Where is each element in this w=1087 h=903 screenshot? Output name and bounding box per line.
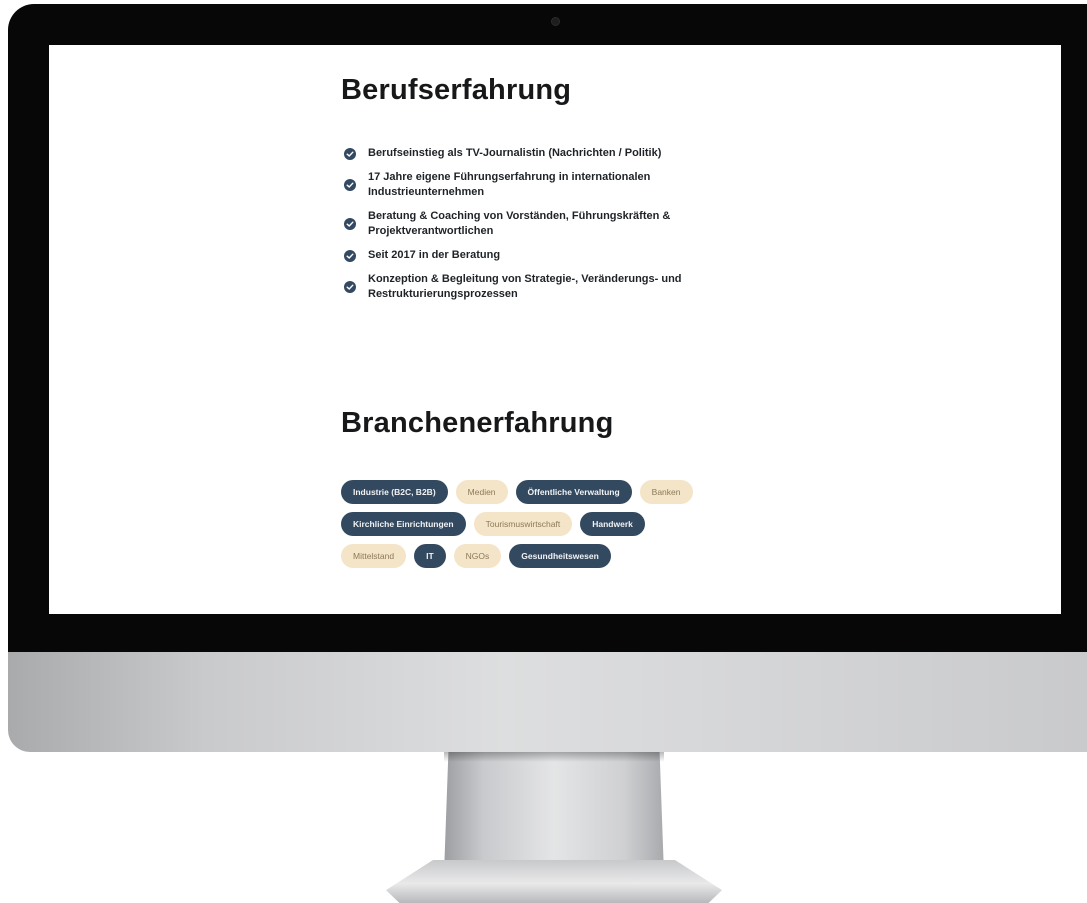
list-item: Berufseinstieg als TV-Journalistin (Nach… bbox=[341, 146, 761, 161]
list-item-text: Berufseinstieg als TV-Journalistin (Nach… bbox=[368, 147, 662, 159]
tag-kirchliche-einrichtungen[interactable]: Kirchliche Einrichtungen bbox=[341, 512, 466, 536]
list-item: Beratung & Coaching von Vorständen, Führ… bbox=[341, 209, 761, 239]
industry-tags: Industrie (B2C, B2B) Medien Öffentliche … bbox=[341, 480, 801, 576]
check-circle-icon bbox=[344, 147, 356, 160]
tag-row: Kirchliche Einrichtungen Tourismuswirtsc… bbox=[341, 512, 801, 536]
tag-row: Industrie (B2C, B2B) Medien Öffentliche … bbox=[341, 480, 801, 504]
check-circle-icon bbox=[344, 281, 356, 293]
camera-dot bbox=[551, 17, 560, 26]
check-circle-icon bbox=[344, 249, 356, 262]
tag-ngos[interactable]: NGOs bbox=[453, 544, 502, 568]
tag-oeffentliche-verwaltung[interactable]: Öffentliche Verwaltung bbox=[515, 480, 632, 504]
tag-gesundheitswesen[interactable]: Gesundheitswesen bbox=[509, 544, 611, 568]
experience-list: Berufseinstieg als TV-Journalistin (Nach… bbox=[341, 146, 761, 311]
tag-row: Mittelstand IT NGOs Gesundheitswesen bbox=[341, 544, 801, 568]
check-circle-icon bbox=[344, 179, 356, 191]
tag-handwerk[interactable]: Handwerk bbox=[580, 512, 645, 536]
tag-banken[interactable]: Banken bbox=[639, 480, 693, 504]
monitor-stand-neck bbox=[444, 752, 664, 874]
list-item: Seit 2017 in der Beratung bbox=[341, 248, 761, 263]
list-item-text: Konzeption & Begleitung von Strategie-, … bbox=[368, 273, 682, 300]
monitor-stand-foot bbox=[386, 860, 722, 903]
check-circle-icon bbox=[344, 218, 356, 230]
section-title-branchenerfahrung: Branchenerfahrung bbox=[341, 407, 614, 439]
monitor-stand-shadow bbox=[444, 752, 664, 762]
list-item-text: Beratung & Coaching von Vorständen, Führ… bbox=[368, 210, 671, 237]
list-item-text: 17 Jahre eigene Führungserfahrung in int… bbox=[368, 171, 651, 198]
list-item-text: Seit 2017 in der Beratung bbox=[368, 249, 501, 261]
monitor-chin bbox=[8, 652, 1087, 752]
list-item: Konzeption & Begleitung von Strategie-, … bbox=[341, 272, 761, 302]
section-title-berufserfahrung: Berufserfahrung bbox=[341, 74, 572, 106]
tag-tourismuswirtschaft[interactable]: Tourismuswirtschaft bbox=[473, 512, 573, 536]
tag-industrie[interactable]: Industrie (B2C, B2B) bbox=[341, 480, 448, 504]
tag-medien[interactable]: Medien bbox=[455, 480, 508, 504]
tag-mittelstand[interactable]: Mittelstand bbox=[341, 544, 407, 568]
tag-it[interactable]: IT bbox=[414, 544, 446, 568]
screen: Berufserfahrung Berufseinstieg als TV-Jo… bbox=[49, 45, 1061, 614]
list-item: 17 Jahre eigene Führungserfahrung in int… bbox=[341, 170, 761, 200]
